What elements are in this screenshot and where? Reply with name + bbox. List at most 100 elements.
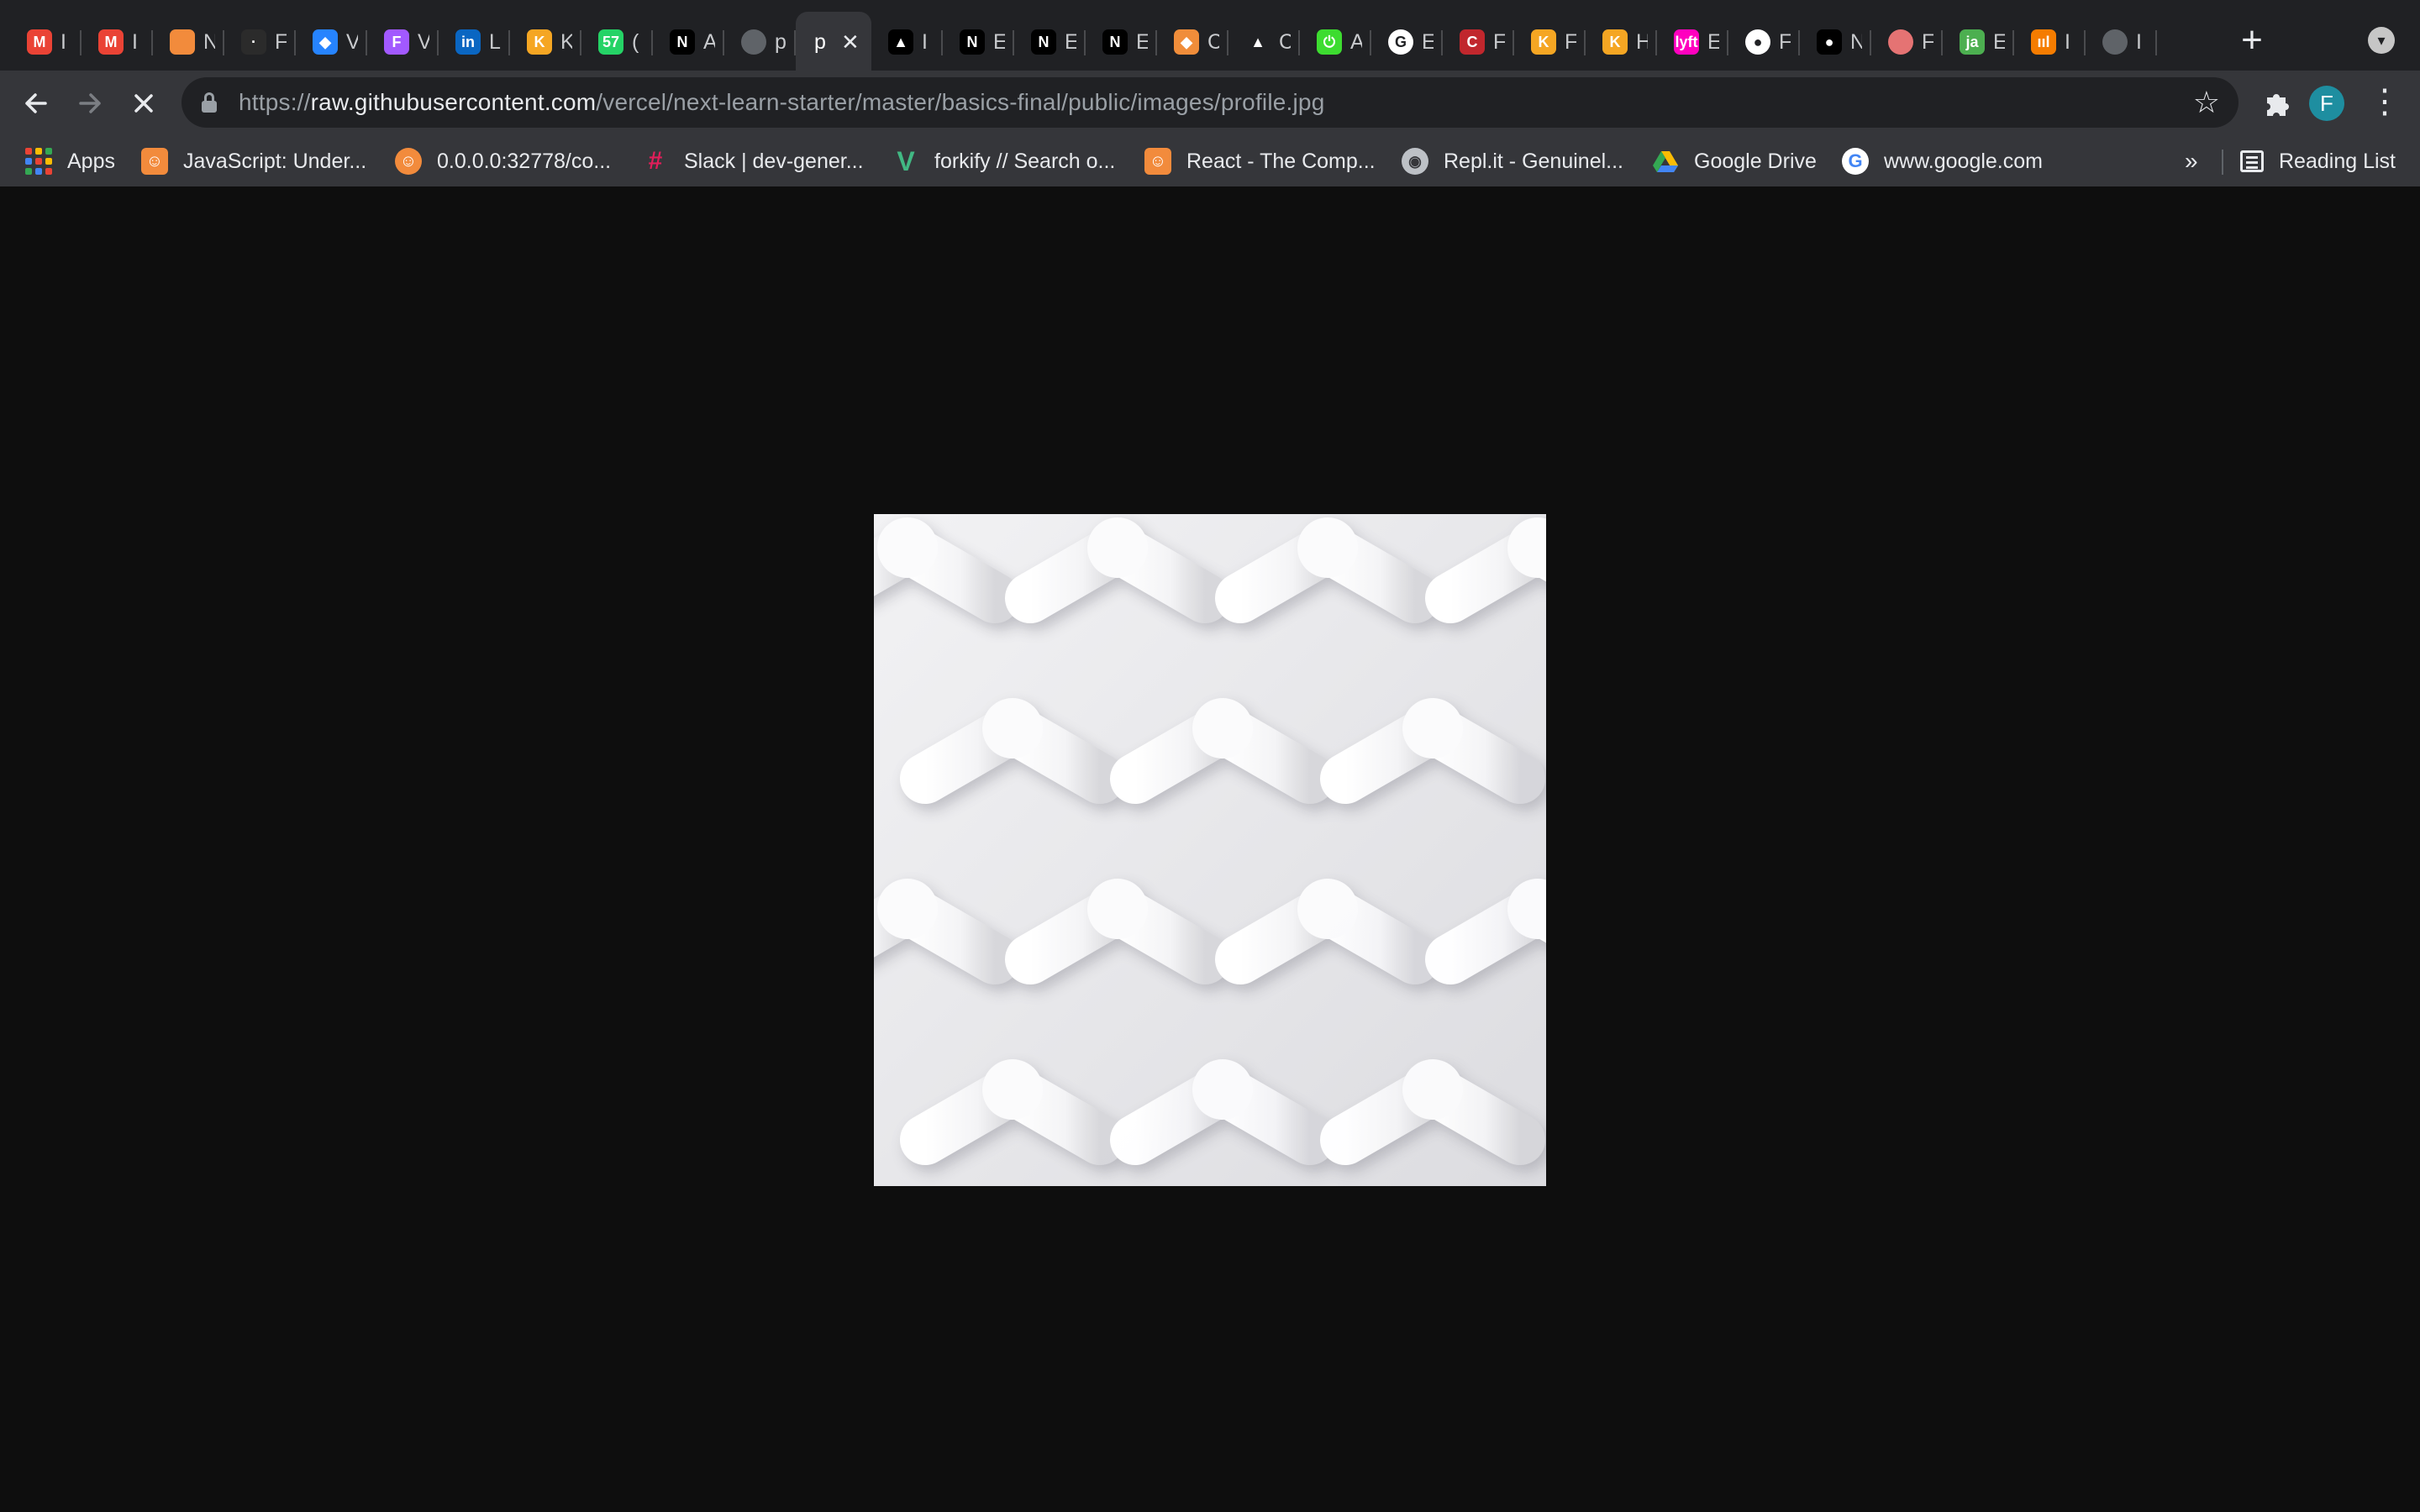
profile-image[interactable]	[874, 514, 1546, 1186]
address-bar[interactable]: https://raw.githubusercontent.com/vercel…	[182, 77, 2238, 128]
tab-title: N	[203, 29, 215, 54]
tab-title: p	[775, 29, 786, 54]
bookmark-label: JavaScript: Under...	[183, 149, 367, 173]
tab[interactable]: 57 (	[581, 12, 653, 72]
bookmark-forkify[interactable]: V forkify // Search o...	[892, 136, 1115, 186]
whatsapp-icon: 57	[598, 29, 623, 55]
tab-title: N	[1850, 29, 1862, 54]
bookmark-label: www.google.com	[1884, 149, 2043, 173]
bookmark-label: Google Drive	[1694, 149, 1817, 173]
reading-list-label: Reading List	[2279, 149, 2396, 173]
bookmark-slack[interactable]: # Slack | dev-gener...	[642, 136, 864, 186]
tab[interactable]: ııl I	[2014, 12, 2086, 72]
bookmark-star-icon[interactable]: ☆	[2193, 77, 2220, 128]
kebab-menu-icon[interactable]: ⋮	[2368, 82, 2402, 124]
tab-search-button[interactable]: ▾	[2368, 27, 2395, 54]
tab-title: C	[1207, 29, 1219, 54]
tab[interactable]: NE	[1086, 12, 1157, 72]
tab[interactable]: · F	[224, 12, 296, 72]
reading-list-button[interactable]: Reading List	[2240, 136, 2396, 186]
more-bookmarks-chevron[interactable]: »	[2185, 136, 2198, 186]
tab-title: F	[275, 29, 287, 54]
avatar-orange-icon	[170, 29, 195, 55]
flag-icon: ja	[1960, 29, 1985, 55]
replit-icon: ◉	[1402, 148, 1428, 175]
bookmark-localhost[interactable]: ☺ 0.0.0.0:32778/co...	[395, 136, 611, 186]
bookmark-google[interactable]: G www.google.com	[1842, 136, 2043, 186]
new-tab-button[interactable]: +	[2232, 20, 2272, 60]
tab[interactable]: NA	[653, 12, 724, 72]
tab-title: E	[993, 29, 1005, 54]
tab[interactable]: ▲ I	[871, 12, 943, 72]
tab[interactable]: lyft E	[1657, 12, 1728, 72]
package-icon: ◆	[1174, 29, 1199, 55]
tab[interactable]: ● F	[1728, 12, 1800, 72]
github-icon: ●	[1745, 29, 1770, 55]
bookmark-label: React - The Comp...	[1186, 149, 1376, 173]
url-host: raw.githubusercontent.com	[310, 89, 597, 115]
tab[interactable]: in L	[439, 12, 510, 72]
kongapay-icon: K	[527, 29, 552, 55]
tab[interactable]: KH	[1586, 12, 1657, 72]
tab[interactable]: CF	[1443, 12, 1514, 72]
tab-title: A	[703, 29, 715, 54]
bookmark-replit[interactable]: ◉ Repl.it - Genuinel...	[1402, 136, 1623, 186]
forward-button[interactable]	[67, 81, 113, 126]
tab[interactable]: MI	[82, 12, 153, 72]
tab[interactable]: ● N	[1800, 12, 1871, 72]
tab[interactable]: MI	[10, 12, 82, 72]
tab-title: K	[560, 29, 572, 54]
slack-icon: #	[648, 147, 663, 175]
codesandbox-icon: C	[1460, 29, 1485, 55]
tab[interactable]: ja E	[1943, 12, 2014, 72]
tab-title: E	[1065, 29, 1076, 54]
tab-title: I	[132, 29, 138, 54]
tab[interactable]: FV	[367, 12, 439, 72]
url-text[interactable]: https://raw.githubusercontent.com/vercel…	[239, 77, 1324, 128]
close-tab-icon[interactable]: ✕	[841, 31, 860, 53]
tab-title: I	[2065, 29, 2070, 54]
tab[interactable]: ◆ V	[296, 12, 367, 72]
tab[interactable]: p	[724, 12, 796, 72]
bookmark-javascript[interactable]: ☺ JavaScript: Under...	[141, 136, 366, 186]
tab[interactable]: NE	[943, 12, 1014, 72]
tab[interactable]: F	[1871, 12, 1943, 72]
udemy-avatar-icon: ☺	[141, 148, 168, 175]
gmail-icon: M	[98, 29, 124, 55]
tab[interactable]: KK	[510, 12, 581, 72]
stop-loading-button[interactable]	[121, 81, 166, 126]
tab[interactable]: N	[153, 12, 224, 72]
url-path: /vercel/next-learn-starter/master/basics…	[596, 89, 1325, 115]
tab[interactable]: GE	[1371, 12, 1443, 72]
tab[interactable]: KF	[1514, 12, 1586, 72]
tab[interactable]: ◆ C	[1157, 12, 1228, 72]
tab[interactable]: ▲ C	[1228, 12, 1300, 72]
linkedin-icon: in	[455, 29, 481, 55]
bookmark-google-drive[interactable]: Google Drive	[1652, 136, 1817, 186]
page-viewport	[0, 186, 2420, 1512]
tab-title: H	[1636, 29, 1648, 54]
extensions-button[interactable]	[2259, 86, 2294, 121]
orange-circle-icon: ☺	[395, 148, 422, 175]
lock-icon[interactable]	[202, 92, 217, 113]
gmail-icon: M	[27, 29, 52, 55]
tab[interactable]: ⏻ A	[1300, 12, 1371, 72]
tab-title: A	[1350, 29, 1362, 54]
tab-title: C	[1279, 29, 1291, 54]
tab-title: (	[632, 29, 639, 54]
woven-pattern-image	[874, 514, 1546, 1186]
tab-active[interactable]: p ✕	[796, 12, 871, 72]
nextjs-icon: N	[1102, 29, 1128, 55]
back-button[interactable]	[13, 81, 59, 126]
tab[interactable]: NE	[1014, 12, 1086, 72]
bookmark-label: Slack | dev-gener...	[684, 149, 864, 173]
globe-icon	[2102, 29, 2128, 55]
bookmark-apps[interactable]: Apps	[25, 136, 115, 186]
bookmark-react[interactable]: ☺ React - The Comp...	[1144, 136, 1376, 186]
profile-avatar[interactable]: F	[2309, 86, 2344, 121]
tab[interactable]: I	[2086, 12, 2157, 72]
forward-arrow-icon	[79, 93, 101, 113]
jira-icon: ◆	[313, 29, 338, 55]
google-icon: G	[1388, 29, 1413, 55]
url-scheme: https://	[239, 89, 311, 115]
